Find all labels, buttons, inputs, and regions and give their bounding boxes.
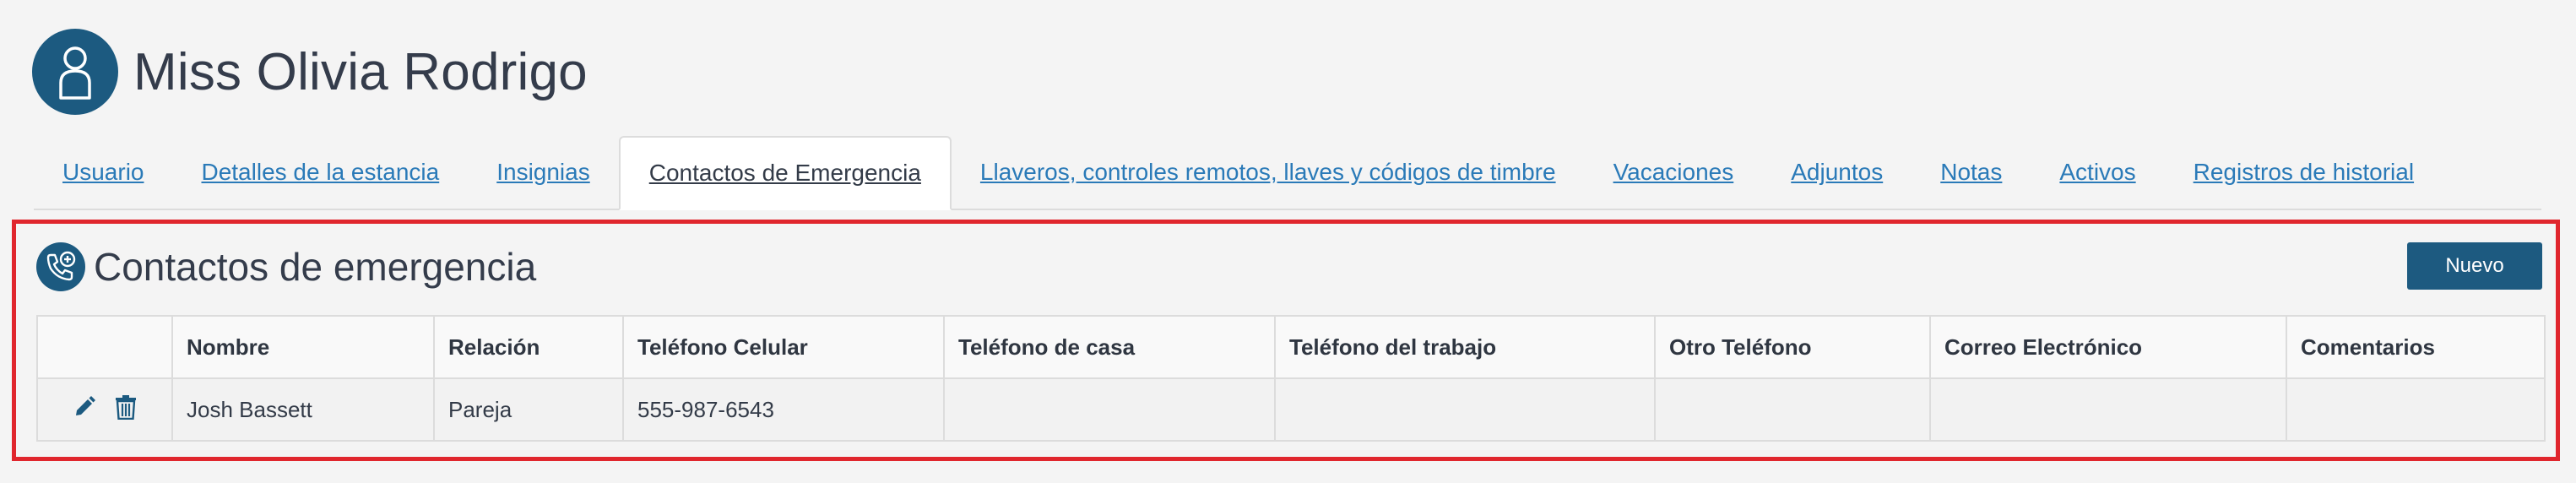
cell-telefono-casa xyxy=(943,377,1276,442)
tab-contactos-emergencia[interactable]: Contactos de Emergencia xyxy=(618,136,952,210)
user-icon xyxy=(59,46,91,100)
cell-telefono-celular: 555-987-6543 xyxy=(622,377,945,442)
tab-activos[interactable]: Activos xyxy=(2031,136,2164,209)
column-header-nombre[interactable]: Nombre xyxy=(171,315,435,379)
tab-adjuntos[interactable]: Adjuntos xyxy=(1762,136,1912,209)
cell-relacion: Pareja xyxy=(433,377,624,442)
column-header-telefono-celular[interactable]: Teléfono Celular xyxy=(622,315,945,379)
table-header-row: Nombre Relación Teléfono Celular Teléfon… xyxy=(36,315,2546,379)
tab-insignias[interactable]: Insignias xyxy=(468,136,619,209)
avatar xyxy=(32,29,118,115)
tab-notas[interactable]: Notas xyxy=(1912,136,2031,209)
cell-telefono-trabajo xyxy=(1274,377,1656,442)
row-actions xyxy=(36,377,173,442)
column-header-telefono-casa[interactable]: Teléfono de casa xyxy=(943,315,1276,379)
emergency-contacts-table: Nombre Relación Teléfono Celular Teléfon… xyxy=(36,315,2546,442)
emergency-contacts-panel: Contactos de emergencia Nuevo Nombre Rel… xyxy=(12,220,2560,461)
cell-otro-telefono xyxy=(1654,377,1931,442)
column-header-otro-telefono[interactable]: Otro Teléfono xyxy=(1654,315,1931,379)
tab-vacaciones[interactable]: Vacaciones xyxy=(1585,136,1763,209)
tab-registros-historial[interactable]: Registros de historial xyxy=(2165,136,2443,209)
cell-correo xyxy=(1929,377,2287,442)
section-title: Contactos de emergencia xyxy=(94,245,537,289)
edit-icon[interactable] xyxy=(73,395,96,425)
tab-llaveros[interactable]: Llaveros, controles remotos, llaves y có… xyxy=(952,136,1585,209)
tab-usuario[interactable]: Usuario xyxy=(34,136,172,209)
page-header: Miss Olivia Rodrigo xyxy=(32,29,588,115)
page: Miss Olivia Rodrigo Usuario Detalles de … xyxy=(0,0,2576,483)
column-header-comentarios[interactable]: Comentarios xyxy=(2286,315,2546,379)
section-header: Contactos de emergencia xyxy=(36,242,536,291)
column-header-telefono-trabajo[interactable]: Teléfono del trabajo xyxy=(1274,315,1656,379)
column-header-correo[interactable]: Correo Electrónico xyxy=(1929,315,2287,379)
emergency-phone-icon xyxy=(36,242,85,291)
new-contact-button[interactable]: Nuevo xyxy=(2407,242,2542,290)
trash-icon[interactable] xyxy=(115,394,137,426)
cell-comentarios xyxy=(2286,377,2546,442)
tab-bar: Usuario Detalles de la estancia Insignia… xyxy=(34,136,2541,210)
page-title: Miss Olivia Rodrigo xyxy=(133,42,588,101)
tab-detalles-estancia[interactable]: Detalles de la estancia xyxy=(172,136,468,209)
table-row: Josh Bassett Pareja 555-987-6543 xyxy=(36,377,2546,442)
column-header-relacion[interactable]: Relación xyxy=(433,315,624,379)
cell-nombre: Josh Bassett xyxy=(171,377,435,442)
column-header-actions xyxy=(36,315,173,379)
